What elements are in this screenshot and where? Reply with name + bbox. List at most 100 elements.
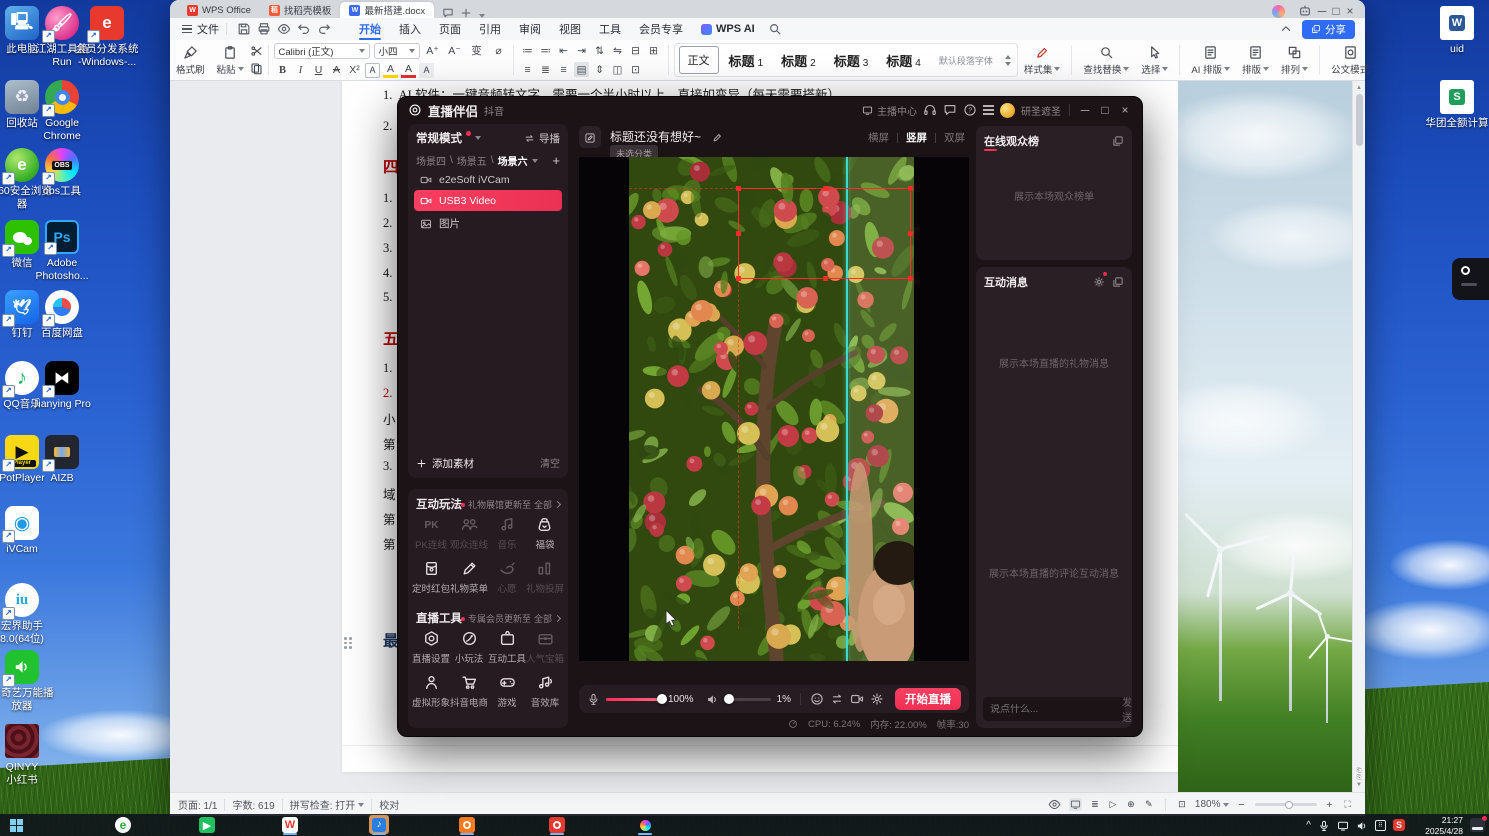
collapse-ribbon-icon[interactable] [1279, 22, 1293, 36]
arrange-button[interactable]: 排列 [1275, 45, 1314, 76]
find-replace-button[interactable]: 查找替换 [1077, 45, 1135, 76]
style-heading3[interactable]: 标题 3 [826, 51, 877, 70]
zoom-level[interactable]: 180% [1195, 799, 1229, 810]
fullscreen-icon[interactable]: ⛶ [1340, 797, 1355, 812]
add-material-button[interactable]: 添加素材 [416, 456, 474, 471]
desktop-icon-baidu-netdisk[interactable]: 百度网盘 [30, 290, 94, 340]
number-list-icon[interactable]: ≕ [538, 43, 553, 58]
scroll-down-arrow[interactable]: ▼ [1356, 782, 1362, 788]
tool-popularity-chest[interactable]: 人气宝箱 [526, 630, 564, 665]
tool-live-settings[interactable]: 直播设置 [412, 630, 450, 665]
taskbar-clock[interactable]: 21:27 2025/4/28 [1425, 815, 1463, 836]
mode-dual[interactable]: 双屏 [944, 130, 965, 145]
message-settings-icon[interactable] [1093, 275, 1105, 287]
shading-icon[interactable]: ◫ [610, 62, 625, 77]
zoom-slider[interactable] [1254, 800, 1317, 809]
tab-current-doc[interactable]: W 最新搭建.docx [340, 2, 435, 18]
speaker-icon[interactable] [706, 693, 719, 706]
mic-volume-slider[interactable] [606, 694, 667, 704]
tool-pk[interactable]: PK PK连线 [412, 516, 450, 551]
vertical-scrollbar[interactable]: ▲ ⎗ ⎘ ▼ [1352, 81, 1365, 792]
start-button[interactable] [8, 817, 24, 833]
tab-docer-template[interactable]: 稻 找稻壳模板 [260, 2, 341, 18]
menu-hamburger-icon[interactable] [983, 105, 994, 115]
send-button[interactable]: 发送 [1122, 694, 1132, 724]
table-icon[interactable]: ⊞ [646, 43, 661, 58]
text-tool-icon[interactable]: ⇅ [592, 43, 607, 58]
italic-button[interactable]: I [293, 63, 308, 78]
scene-tab-active[interactable]: 场景六 [498, 153, 528, 168]
tool-wish[interactable]: 心愿 [488, 560, 526, 595]
print-preview-icon[interactable] [277, 22, 291, 36]
paragraph-drag-handle[interactable] [344, 637, 352, 649]
edge-floating-widget[interactable] [1452, 258, 1489, 300]
play-section-notice[interactable]: 礼物展馆更新至 全部 [460, 498, 562, 511]
char-border-button[interactable]: A [365, 62, 381, 78]
file-menu[interactable]: 文件 [197, 21, 219, 37]
tool-games[interactable]: 游戏 [488, 674, 526, 709]
chat-input[interactable] [990, 703, 1122, 715]
align-right-icon[interactable]: ≡ [556, 62, 571, 77]
increase-font-icon[interactable]: A⁺ [425, 43, 440, 58]
style-normal[interactable]: 正文 [678, 46, 719, 74]
select-button[interactable]: 选择 [1135, 45, 1174, 76]
redo-icon[interactable] [317, 22, 331, 36]
increase-indent-icon[interactable]: ⇥ [574, 43, 589, 58]
camera-video[interactable] [629, 157, 914, 661]
scroll-up-arrow[interactable]: ▲ [1356, 85, 1362, 91]
ribbon-tab-review[interactable]: 审阅 [510, 18, 550, 40]
official-doc-mode-button[interactable]: 公文模式 [1325, 45, 1375, 76]
phonetic-guide-icon[interactable]: 变 [469, 43, 484, 58]
superscript-button[interactable]: X² [347, 63, 362, 78]
desktop-icon-photoshop[interactable]: Ps AdobePhotosho... [30, 220, 94, 282]
source-image[interactable]: 图片 [414, 214, 562, 233]
next-page-icon[interactable]: ⎘ [1357, 775, 1362, 782]
status-page[interactable]: 页面: 1/1 [178, 797, 217, 812]
tray-expand-caret[interactable]: ^ [1306, 820, 1311, 831]
hamburger-icon[interactable] [182, 24, 192, 34]
tray-sogou-icon[interactable]: S [1393, 819, 1405, 831]
ribbon-tab-member[interactable]: 会员专享 [630, 18, 692, 40]
ribbon-tab-insert[interactable]: 插入 [390, 18, 430, 40]
ribbon-tab-home[interactable]: 开始 [350, 18, 390, 40]
live-maximize-button[interactable]: □ [1098, 103, 1112, 117]
search-icon[interactable] [768, 22, 782, 36]
mirror-flip-icon[interactable] [830, 692, 844, 706]
new-tab-button[interactable] [460, 6, 472, 18]
undo-icon[interactable] [297, 22, 311, 36]
decrease-font-icon[interactable]: A⁻ [447, 43, 462, 58]
save-icon[interactable] [237, 22, 251, 36]
font-color-button[interactable]: A [401, 63, 417, 78]
microphone-icon[interactable] [587, 693, 600, 706]
play-view-icon[interactable]: ▷ [1105, 797, 1120, 812]
tool-interactive-tools[interactable]: 互动工具 [488, 630, 526, 665]
desktop-icon-member-distribution[interactable]: e 会员分发系统-Windows-... [75, 6, 139, 68]
notification-center-button[interactable] [1470, 816, 1487, 832]
format-painter-button[interactable]: 格式刷 [170, 45, 211, 76]
tool-gift-menu[interactable]: 礼物菜单 [450, 560, 488, 595]
tool-douyin-ecommerce[interactable]: 抖音电商 [450, 674, 488, 709]
add-scene-button[interactable]: + [552, 153, 560, 168]
underline-button[interactable]: U [311, 63, 326, 78]
taskbar-color-wheel-app[interactable] [637, 817, 653, 833]
wps-ai-menu[interactable]: WPS AI [692, 18, 764, 40]
style-heading2[interactable]: 标题 2 [773, 51, 824, 70]
style-gallery-scroll[interactable] [1003, 54, 1013, 66]
decrease-indent-icon[interactable]: ⇤ [556, 43, 571, 58]
style-heading1[interactable]: 标题 1 [721, 51, 772, 70]
status-word-count[interactable]: 字数: 619 [232, 797, 274, 812]
tab-comment-icon[interactable] [442, 6, 454, 18]
desktop-icon-sheet-doc[interactable]: S 华团全额计算 [1425, 80, 1489, 130]
scene-tab[interactable]: 场景五 [457, 153, 487, 168]
mode-portrait[interactable]: 竖屏 [906, 130, 927, 145]
align-center-icon[interactable]: ≣ [538, 62, 553, 77]
font-name-select[interactable]: Calibri (正文) [273, 42, 370, 59]
bullet-list-icon[interactable]: ≔ [520, 43, 535, 58]
copilot-icon[interactable] [1298, 4, 1312, 18]
desktop-icon-aizb[interactable]: AIZB [30, 435, 94, 485]
taskbar-live-companion-active[interactable]: ♪ [369, 815, 389, 834]
zoom-in-button[interactable]: + [1322, 797, 1337, 812]
cut-icon[interactable] [250, 45, 263, 58]
tray-mic-icon[interactable] [1318, 819, 1330, 831]
line-spacing-icon[interactable]: ⇕ [592, 62, 607, 77]
